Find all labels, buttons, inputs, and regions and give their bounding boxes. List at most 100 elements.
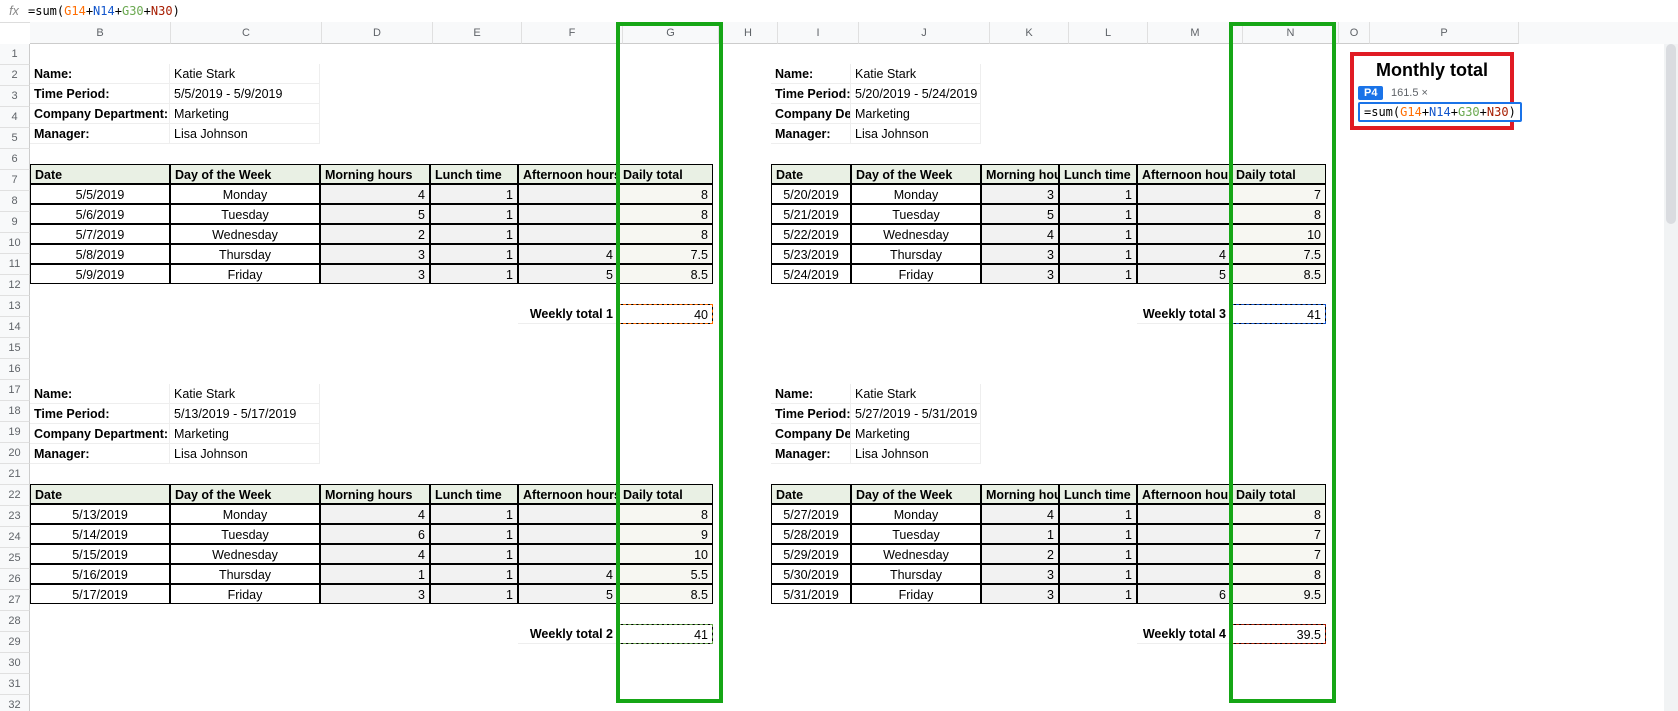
row-headers[interactable]: 1234567891011121314151617181920212223242… bbox=[0, 44, 30, 711]
value-manager[interactable]: Lisa Johnson bbox=[170, 444, 320, 464]
cell-day[interactable]: Wednesday bbox=[851, 224, 981, 244]
col-header-p[interactable]: P bbox=[1370, 22, 1519, 44]
cells-layer[interactable]: Name:Katie StarkTime Period:5/5/2019 - 5… bbox=[30, 44, 1678, 711]
cell-lunch[interactable]: 1 bbox=[430, 184, 518, 204]
cell-date[interactable]: 5/20/2019 bbox=[771, 184, 851, 204]
cell-daily-total[interactable]: 10 bbox=[1231, 224, 1326, 244]
cell-afternoon[interactable]: 4 bbox=[1137, 244, 1231, 264]
label-department[interactable]: Company Dep bbox=[771, 424, 851, 444]
cell-day[interactable]: Wednesday bbox=[170, 224, 320, 244]
col-header-f[interactable]: F bbox=[522, 22, 623, 44]
col-header-cell[interactable]: Date bbox=[771, 484, 851, 504]
cell-afternoon[interactable]: 5 bbox=[1137, 264, 1231, 284]
label-period[interactable]: Time Period: bbox=[771, 84, 851, 104]
cell-daily-total[interactable]: 8 bbox=[618, 504, 713, 524]
cell-date[interactable]: 5/16/2019 bbox=[30, 564, 170, 584]
col-header-h[interactable]: H bbox=[719, 22, 778, 44]
cell-morning[interactable]: 4 bbox=[320, 544, 430, 564]
cell-morning[interactable]: 4 bbox=[320, 504, 430, 524]
row-header-31[interactable]: 31 bbox=[0, 674, 30, 695]
cell-date[interactable]: 5/27/2019 bbox=[771, 504, 851, 524]
col-header-cell[interactable]: Daily total bbox=[1231, 164, 1326, 184]
cell-date[interactable]: 5/7/2019 bbox=[30, 224, 170, 244]
cell-daily-total[interactable]: 8 bbox=[1231, 504, 1326, 524]
cell-afternoon[interactable]: 5 bbox=[518, 584, 618, 604]
col-header-cell[interactable]: Afternoon hour bbox=[1137, 484, 1231, 504]
cell-afternoon[interactable] bbox=[1137, 184, 1231, 204]
cell-date[interactable]: 5/9/2019 bbox=[30, 264, 170, 284]
col-header-j[interactable]: J bbox=[859, 22, 990, 44]
row-header-16[interactable]: 16 bbox=[0, 359, 30, 380]
col-header-g[interactable]: G bbox=[623, 22, 719, 44]
cell-day[interactable]: Monday bbox=[170, 504, 320, 524]
cell-morning[interactable]: 2 bbox=[320, 224, 430, 244]
formula-bar[interactable]: fx =sum(G14+N14+G30+N30) bbox=[0, 0, 1678, 23]
cell-afternoon[interactable]: 4 bbox=[518, 564, 618, 584]
cell-date[interactable]: 5/5/2019 bbox=[30, 184, 170, 204]
cell-lunch[interactable]: 1 bbox=[1059, 204, 1137, 224]
cell-morning[interactable]: 5 bbox=[320, 204, 430, 224]
cell-lunch[interactable]: 1 bbox=[1059, 244, 1137, 264]
cell-daily-total[interactable]: 9 bbox=[618, 524, 713, 544]
col-header-cell[interactable]: Morning hou bbox=[981, 164, 1059, 184]
value-period[interactable]: 5/13/2019 - 5/17/2019 bbox=[170, 404, 320, 424]
cell-date[interactable]: 5/24/2019 bbox=[771, 264, 851, 284]
cell-daily-total[interactable]: 7 bbox=[1231, 524, 1326, 544]
cell-lunch[interactable]: 1 bbox=[1059, 544, 1137, 564]
row-header-8[interactable]: 8 bbox=[0, 191, 30, 212]
col-header-e[interactable]: E bbox=[433, 22, 522, 44]
cell-day[interactable]: Monday bbox=[170, 184, 320, 204]
col-header-cell[interactable]: Day of the Week bbox=[170, 164, 320, 184]
col-header-cell[interactable]: Date bbox=[30, 164, 170, 184]
col-header-n[interactable]: N bbox=[1243, 22, 1339, 44]
grid[interactable]: BCDEFGHIJKLMNOP 123456789101112131415161… bbox=[0, 22, 1678, 711]
cell-daily-total[interactable]: 10 bbox=[618, 544, 713, 564]
label-manager[interactable]: Manager: bbox=[771, 444, 851, 464]
row-header-6[interactable]: 6 bbox=[0, 149, 30, 170]
value-weekly-total[interactable]: 41 bbox=[1231, 304, 1326, 324]
value-name[interactable]: Katie Stark bbox=[170, 64, 320, 84]
cell-daily-total[interactable]: 5.5 bbox=[618, 564, 713, 584]
value-name[interactable]: Katie Stark bbox=[851, 64, 981, 84]
col-header-l[interactable]: L bbox=[1069, 22, 1148, 44]
cell-daily-total[interactable]: 9.5 bbox=[1231, 584, 1326, 604]
cell-daily-total[interactable]: 8 bbox=[1231, 204, 1326, 224]
col-header-cell[interactable]: Daily total bbox=[1231, 484, 1326, 504]
value-department[interactable]: Marketing bbox=[170, 104, 320, 124]
cell-morning[interactable]: 3 bbox=[320, 244, 430, 264]
cell-lunch[interactable]: 1 bbox=[430, 504, 518, 524]
cell-day[interactable]: Thursday bbox=[170, 244, 320, 264]
row-header-28[interactable]: 28 bbox=[0, 611, 30, 632]
cell-day[interactable]: Thursday bbox=[170, 564, 320, 584]
col-header-cell[interactable]: Lunch time bbox=[430, 484, 518, 504]
cell-afternoon[interactable]: 5 bbox=[518, 264, 618, 284]
cell-lunch[interactable]: 1 bbox=[430, 264, 518, 284]
cell-morning[interactable]: 3 bbox=[981, 584, 1059, 604]
label-weekly-total[interactable]: Weekly total 1 bbox=[518, 304, 618, 324]
cell-afternoon[interactable] bbox=[518, 544, 618, 564]
value-weekly-total[interactable]: 40 bbox=[618, 304, 713, 324]
cell-lunch[interactable]: 1 bbox=[430, 564, 518, 584]
cell-afternoon[interactable] bbox=[1137, 224, 1231, 244]
col-header-cell[interactable]: Morning hou bbox=[981, 484, 1059, 504]
formula-bar-content[interactable]: =sum(G14+N14+G30+N30) bbox=[28, 4, 180, 18]
cell-lunch[interactable]: 1 bbox=[1059, 184, 1137, 204]
row-header-18[interactable]: 18 bbox=[0, 401, 30, 422]
row-header-1[interactable]: 1 bbox=[0, 44, 30, 65]
cell-day[interactable]: Thursday bbox=[851, 244, 981, 264]
cell-day[interactable]: Monday bbox=[851, 184, 981, 204]
cell-day[interactable]: Tuesday bbox=[851, 524, 981, 544]
col-header-cell[interactable]: Daily total bbox=[618, 484, 713, 504]
value-department[interactable]: Marketing bbox=[851, 104, 981, 124]
row-header-15[interactable]: 15 bbox=[0, 338, 30, 359]
label-period[interactable]: Time Period: bbox=[30, 84, 170, 104]
cell-lunch[interactable]: 1 bbox=[1059, 224, 1137, 244]
cell-morning[interactable]: 4 bbox=[320, 184, 430, 204]
row-header-29[interactable]: 29 bbox=[0, 632, 30, 653]
cell-lunch[interactable]: 1 bbox=[1059, 584, 1137, 604]
label-weekly-total[interactable]: Weekly total 4 bbox=[1137, 624, 1231, 644]
value-weekly-total[interactable]: 41 bbox=[618, 624, 713, 644]
col-header-cell[interactable]: Day of the Week bbox=[170, 484, 320, 504]
cell-date[interactable]: 5/17/2019 bbox=[30, 584, 170, 604]
cell-morning[interactable]: 4 bbox=[981, 504, 1059, 524]
